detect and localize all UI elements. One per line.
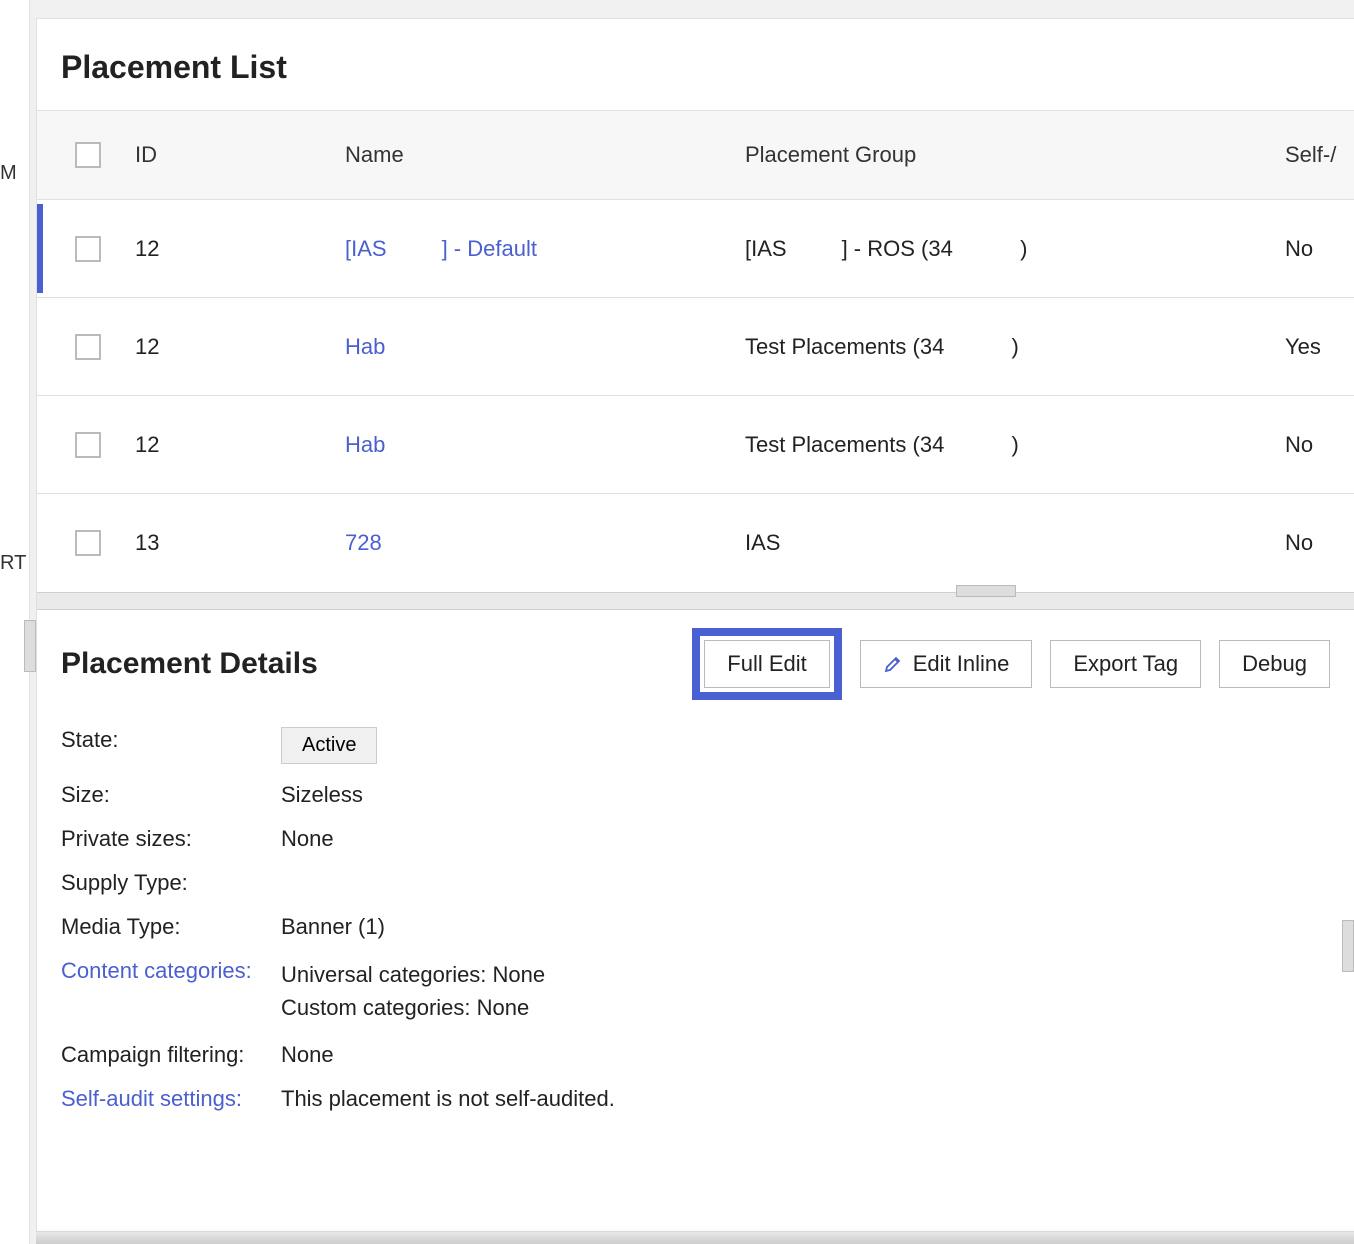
table-header-row: ID Name Placement Group Self-/ [37, 110, 1354, 200]
self-audit-settings-value: This placement is not self-audited. [281, 1086, 1330, 1112]
panel-divider[interactable] [37, 592, 1354, 610]
table-row[interactable]: 13 728 IAS No [37, 494, 1354, 592]
cell-placement-group: IAS [745, 530, 1285, 556]
table-row[interactable]: 12 Hab Test Placements (34 ) Yes [37, 298, 1354, 396]
campaign-filtering-label: Campaign filtering: [61, 1042, 281, 1068]
full-edit-button[interactable]: Full Edit [704, 640, 829, 688]
cell-name-link[interactable]: [IAS ] - Default [345, 236, 745, 262]
cell-id: 12 [135, 334, 345, 360]
private-sizes-label: Private sizes: [61, 826, 281, 852]
sidebar-cut-rt: RT [0, 552, 26, 575]
main-area: Placement List ID Name Placement Group S… [36, 18, 1354, 1232]
content-categories-value: Universal categories: None Custom catego… [281, 958, 1330, 1024]
panel-resize-handle-right[interactable] [1342, 920, 1354, 972]
cell-self: No [1285, 432, 1354, 458]
content-categories-label[interactable]: Content categories: [61, 958, 281, 984]
cell-id: 13 [135, 530, 345, 556]
col-header-name[interactable]: Name [345, 142, 745, 168]
cell-name-link[interactable]: Hab [345, 432, 745, 458]
panel-divider-handle[interactable] [956, 585, 1016, 597]
size-label: Size: [61, 782, 281, 808]
self-audit-settings-label[interactable]: Self-audit settings: [61, 1086, 281, 1112]
select-all-checkbox[interactable] [75, 142, 101, 168]
cell-placement-group: Test Placements (34 ) [745, 432, 1285, 458]
export-tag-button[interactable]: Export Tag [1050, 640, 1201, 688]
panel-resize-handle-left[interactable] [24, 620, 36, 672]
row-checkbox[interactable] [75, 334, 101, 360]
cell-id: 12 [135, 236, 345, 262]
edit-inline-button[interactable]: Edit Inline [860, 640, 1033, 688]
pencil-icon [883, 654, 903, 674]
row-checkbox[interactable] [75, 236, 101, 262]
cell-placement-group: [IAS ] - ROS (34 ) [745, 236, 1285, 262]
campaign-filtering-value: None [281, 1042, 1330, 1068]
edit-inline-label: Edit Inline [913, 651, 1010, 677]
table-row[interactable]: 12 Hab Test Placements (34 ) No [37, 396, 1354, 494]
placement-details-title: Placement Details [61, 647, 692, 681]
debug-button[interactable]: Debug [1219, 640, 1330, 688]
row-checkbox[interactable] [75, 530, 101, 556]
private-sizes-value: None [281, 826, 1330, 852]
cell-self: No [1285, 530, 1354, 556]
cell-self: No [1285, 236, 1354, 262]
media-type-label: Media Type: [61, 914, 281, 940]
size-value: Sizeless [281, 782, 1330, 808]
cell-name-link[interactable]: Hab [345, 334, 745, 360]
sidebar-cut-m: M [0, 162, 17, 185]
placement-details-panel: Placement Details Full Edit Edit Inline … [37, 610, 1354, 1231]
table-row[interactable]: 12 [IAS ] - Default [IAS ] - ROS (34 ) N… [37, 200, 1354, 298]
col-header-self[interactable]: Self-/ [1285, 142, 1354, 168]
state-button[interactable]: Active [281, 727, 377, 764]
cell-id: 12 [135, 432, 345, 458]
full-edit-highlight: Full Edit [692, 628, 841, 700]
col-header-id[interactable]: ID [135, 142, 345, 168]
cell-placement-group: Test Placements (34 ) [745, 334, 1285, 360]
media-type-value: Banner (1) [281, 914, 1330, 940]
cell-name-link[interactable]: 728 [345, 530, 745, 556]
page-title: Placement List [37, 19, 1354, 110]
row-checkbox[interactable] [75, 432, 101, 458]
col-header-placement-group[interactable]: Placement Group [745, 142, 1285, 168]
state-label: State: [61, 727, 281, 753]
supply-type-label: Supply Type: [61, 870, 281, 896]
cell-self: Yes [1285, 334, 1354, 360]
